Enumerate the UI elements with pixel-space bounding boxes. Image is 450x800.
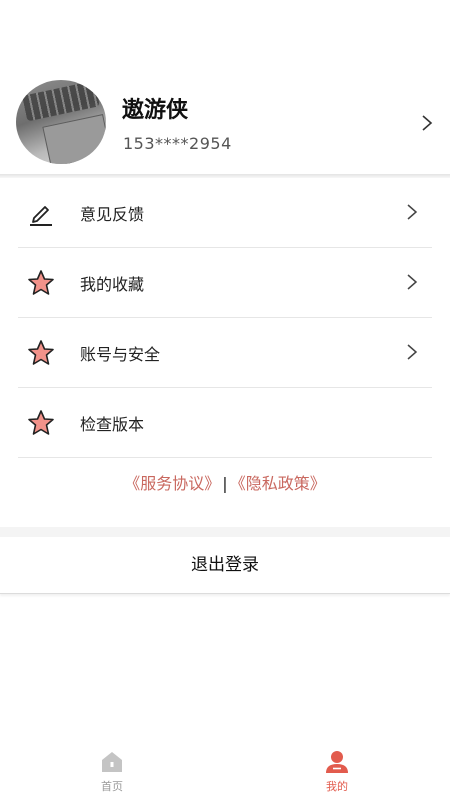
profile-header[interactable]: 遨游侠 153****2954 <box>0 0 450 176</box>
phone-number: 153****2954 <box>123 134 232 153</box>
tab-mine-label: 我的 <box>326 780 348 793</box>
star-icon <box>28 340 54 365</box>
avatar-keyboard-image <box>22 80 100 122</box>
tab-home-label: 首页 <box>101 780 123 793</box>
menu-item-label: 意见反馈 <box>80 205 145 224</box>
user-icon <box>326 751 348 773</box>
bottom-tab-bar: 首页 我的 <box>0 740 450 800</box>
edit-pen-icon <box>30 206 52 226</box>
username: 遨游侠 <box>122 98 189 123</box>
menu-item-feedback[interactable]: 意见反馈 <box>18 178 432 248</box>
chevron-right-icon[interactable] <box>418 114 436 132</box>
settings-menu: 意见反馈 我的收藏 账号与安全 检查版本 <box>0 178 450 458</box>
chevron-right-icon <box>407 274 418 290</box>
home-icon <box>102 752 122 772</box>
avatar[interactable] <box>16 80 106 164</box>
tab-home[interactable]: 首页 <box>72 750 152 794</box>
chevron-right-icon <box>407 204 418 220</box>
privacy-policy-link[interactable]: 《隐私政策》 <box>230 474 326 493</box>
agreement-links: 《服务协议》 | 《隐私政策》 <box>0 470 450 494</box>
menu-item-account-security[interactable]: 账号与安全 <box>18 318 432 388</box>
menu-item-label: 账号与安全 <box>80 345 161 364</box>
section-gap <box>0 527 450 537</box>
service-agreement-link[interactable]: 《服务协议》 <box>124 474 220 493</box>
link-divider: | <box>222 474 228 493</box>
star-icon <box>28 410 54 435</box>
menu-item-check-version[interactable]: 检查版本 <box>18 388 432 458</box>
avatar-touchpad-image <box>42 114 106 164</box>
menu-item-label: 检查版本 <box>80 415 145 434</box>
tab-mine[interactable]: 我的 <box>297 750 377 794</box>
chevron-right-icon <box>407 344 418 360</box>
menu-item-label: 我的收藏 <box>80 275 145 294</box>
logout-button[interactable]: 退出登录 <box>0 537 450 594</box>
star-icon <box>28 270 54 295</box>
menu-item-favorites[interactable]: 我的收藏 <box>18 248 432 318</box>
